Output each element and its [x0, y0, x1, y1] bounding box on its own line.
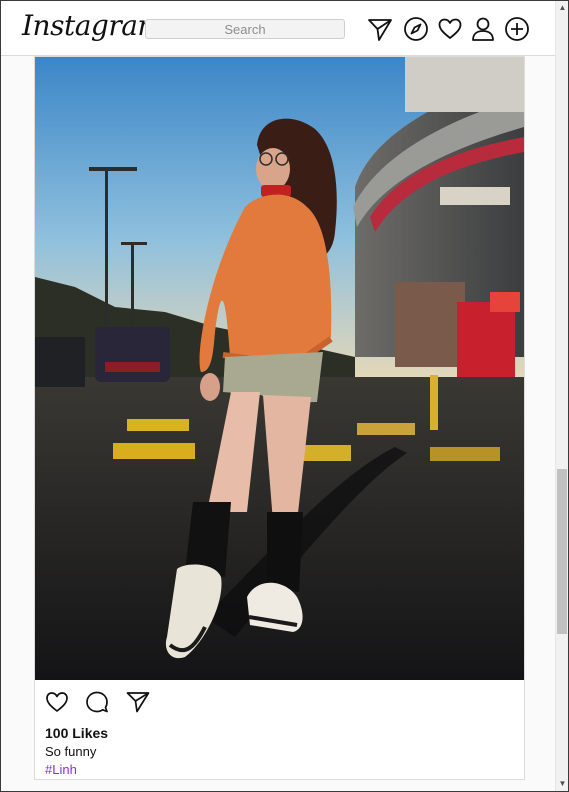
scrollbar-thumb[interactable] — [557, 469, 567, 634]
top-navigation-bar: Instagram — [1, 1, 555, 56]
post-card: 100 Likes So funny #Linh — [34, 56, 525, 780]
scroll-down-arrow-icon[interactable]: ▼ — [556, 777, 568, 791]
comment-bubble-icon[interactable] — [85, 690, 109, 714]
post-hashtag[interactable]: #Linh — [45, 762, 77, 777]
instagram-logo[interactable]: Instagram — [22, 9, 164, 42]
likes-count: 100 Likes — [45, 725, 109, 741]
like-heart-icon[interactable] — [45, 690, 69, 714]
scroll-up-arrow-icon[interactable]: ▲ — [556, 1, 568, 15]
heart-icon[interactable] — [437, 16, 463, 42]
post-photo[interactable] — [35, 57, 524, 680]
profile-icon[interactable] — [470, 16, 496, 42]
new-post-plus-icon[interactable] — [504, 16, 530, 42]
search-input[interactable] — [145, 19, 345, 39]
share-send-icon[interactable] — [126, 690, 150, 714]
explore-compass-icon[interactable] — [403, 16, 429, 42]
post-caption: So funny — [45, 744, 97, 759]
browser-window: Instagram Search 100 Likes So funny #Lin… — [0, 0, 569, 792]
send-icon[interactable] — [367, 16, 393, 42]
vertical-scrollbar[interactable]: ▲ ▼ — [555, 1, 568, 791]
